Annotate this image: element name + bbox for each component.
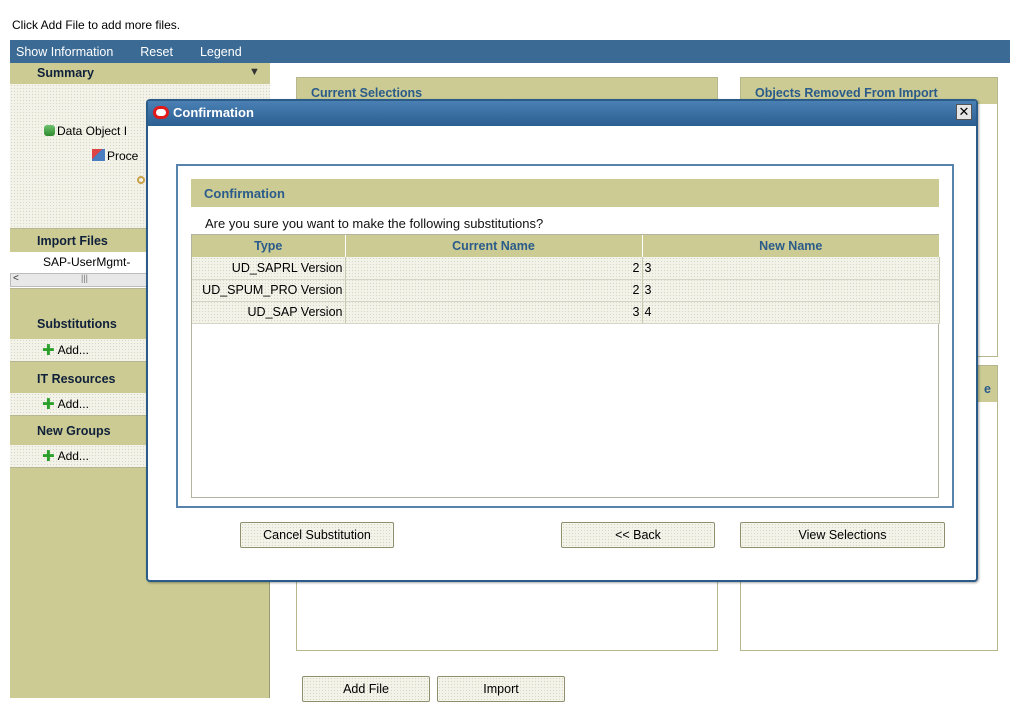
it-resources-add-link[interactable]: ✚ Add... [42,396,89,413]
new-groups-add-link[interactable]: ✚ Add... [42,448,89,465]
summary-header[interactable]: Summary [10,63,270,84]
dialog-title: Confirmation [173,105,254,120]
summary-title: Summary [37,66,94,80]
summary-item-data-object[interactable]: Data Object I [44,124,127,138]
hint-text: Click Add File to add more files. [12,18,181,32]
cell-current-name: 3 [345,301,643,324]
collapse-arrow-icon[interactable]: ▼ [249,66,260,78]
add-plus-icon: ✚ [42,396,55,413]
back-button[interactable]: << Back [561,522,715,548]
table-row[interactable]: UD_SAPRL Version 2 3 [192,257,940,280]
cell-current-name: 2 [345,279,643,302]
confirmation-question: Are you sure you want to make the follow… [205,216,544,231]
import-button[interactable]: Import [437,676,565,702]
column-header-new-name[interactable]: New Name [642,235,940,257]
horizontal-scrollbar[interactable]: < ||| [10,273,150,287]
view-selections-button[interactable]: View Selections [740,522,945,548]
cell-type: UD_SAPRL Version [192,257,346,280]
substitutions-table: Type Current Name New Name UD_SAPRL Vers… [191,234,940,498]
cell-new-name: 3 [642,257,940,280]
database-icon [44,125,55,136]
dialog-content-frame: Confirmation Are you sure you want to ma… [176,164,954,508]
table-row[interactable]: UD_SPUM_PRO Version 2 3 [192,279,940,302]
menu-legend[interactable]: Legend [200,45,242,59]
column-header-type[interactable]: Type [192,235,346,257]
add-file-button[interactable]: Add File [302,676,430,702]
menu-reset[interactable]: Reset [140,45,173,59]
cell-type: UD_SPUM_PRO Version [192,279,346,302]
dialog-titlebar[interactable]: Confirmation [148,101,976,126]
summary-item-process[interactable]: Proce [92,149,138,163]
cell-current-name: 2 [345,257,643,280]
oracle-logo-icon [153,106,169,119]
add-plus-icon: ✚ [42,448,55,465]
add-plus-icon: ✚ [42,342,55,359]
close-icon[interactable]: ✕ [956,104,972,120]
scroll-thumb-grip[interactable]: ||| [81,273,88,283]
menu-bar: Show Information Reset Legend [10,40,1010,63]
column-header-current-name[interactable]: Current Name [345,235,643,257]
confirmation-section-header: Confirmation [191,179,939,207]
magnifier-icon [137,173,145,187]
cell-new-name: 3 [642,279,940,302]
confirmation-dialog: Confirmation ✕ Confirmation Are you sure… [146,99,978,582]
table-header-row: Type Current Name New Name [192,235,940,257]
scroll-left-icon[interactable]: < [13,273,19,284]
process-icon [92,149,105,161]
menu-show-information[interactable]: Show Information [16,45,113,59]
substitutions-add-link[interactable]: ✚ Add... [42,342,89,359]
cancel-substitution-button[interactable]: Cancel Substitution [240,522,394,548]
import-file-item[interactable]: SAP-UserMgmt- [43,255,130,269]
table-row[interactable]: UD_SAP Version 3 4 [192,301,940,324]
cell-type: UD_SAP Version [192,301,346,324]
cell-new-name: 4 [642,301,940,324]
